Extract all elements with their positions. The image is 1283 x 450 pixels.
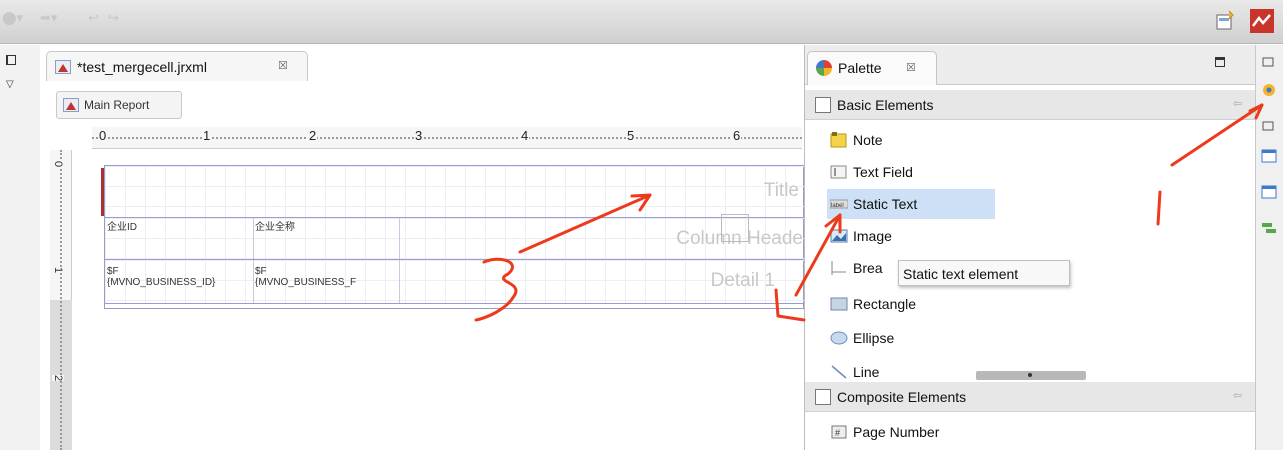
tooltip-text: Static text element (903, 266, 1019, 282)
ruler-tick-4: 4 (520, 128, 530, 143)
view-menu-icon[interactable]: ▽ (6, 79, 14, 90)
break-icon (831, 261, 846, 275)
palette-item-page-number[interactable]: # Page Number (827, 417, 1247, 447)
section-basic-elements[interactable]: Basic Elements ⇦ (805, 90, 1255, 120)
open-perspective-icon[interactable] (1214, 9, 1238, 33)
jasper-perspective-icon[interactable] (1250, 9, 1274, 33)
detail-band-label: Detail 1 (710, 270, 775, 291)
palette-item-image[interactable]: Image (827, 221, 1247, 251)
ruler-tick-5: 5 (626, 128, 636, 143)
detail-band[interactable]: $F {MVNO_BUSINESS_ID} $F {MVNO_BUSINESS_… (105, 260, 805, 304)
column-header-band[interactable]: 企业ID 企业全称 Column Heade (105, 218, 805, 260)
rectangle-icon (830, 297, 848, 311)
svg-text:#: # (835, 428, 840, 438)
palette-item-ellipse[interactable]: Ellipse (827, 323, 1247, 353)
collapse-arrow-icon[interactable]: ⇦ (1233, 97, 1242, 110)
column-header-cell-2[interactable]: 企业全称 (255, 222, 295, 233)
restore-icon[interactable] (6, 55, 16, 65)
report-icon (63, 98, 79, 112)
palette-tab[interactable]: Palette ☒ (807, 51, 937, 85)
palette-item-label: Rectangle (853, 296, 917, 312)
redo-icon[interactable]: ↪ (108, 10, 119, 26)
palette-title: Palette (838, 60, 882, 76)
horizontal-ruler: 0 1 2 3 4 5 6 (92, 127, 802, 149)
line-icon (831, 365, 847, 379)
title-band-marker (101, 168, 104, 216)
palette-item-label: Page Number (853, 424, 940, 440)
ruler-tick-3: 3 (414, 128, 424, 143)
collapse-arrow-icon[interactable]: ⇦ (1233, 389, 1242, 402)
note-icon (830, 132, 847, 148)
run-icon[interactable]: ⬤▾ (2, 10, 23, 26)
undo-icon[interactable]: ↩ (88, 10, 99, 26)
outline-view-icon[interactable] (1261, 149, 1277, 163)
report-editor: *test_mergecell.jrxml ☒ Main Report 0 1 … (42, 45, 805, 450)
ruler-tick-6: 6 (732, 128, 742, 143)
folder-icon (815, 97, 831, 113)
ruler-tick-1: 1 (202, 128, 212, 143)
main-report-button[interactable]: Main Report (56, 91, 182, 119)
palette-item-note[interactable]: Note (827, 125, 1247, 155)
ruler-tick-2: 2 (308, 128, 318, 143)
main-toolbar: ⬤▾ ➡▾ ↩ ↪ (0, 0, 1283, 44)
close-palette-icon[interactable]: ☒ (906, 61, 916, 74)
palette-scrollbar[interactable] (976, 371, 1086, 380)
static-text-tooltip: Static text element (898, 260, 1070, 286)
section-basic-elements-label: Basic Elements (837, 97, 934, 113)
palette-item-label: Line (853, 364, 880, 380)
ellipse-icon (830, 331, 848, 345)
maximize-icon[interactable] (1215, 57, 1225, 67)
ruler-v-tick-2: 2 (52, 374, 65, 382)
text-field-icon (830, 165, 847, 179)
forward-icon[interactable]: ➡▾ (40, 10, 57, 26)
palette-item-rectangle[interactable]: Rectangle (827, 289, 1247, 319)
label-icon: label (830, 199, 848, 209)
palette-view: Palette ☒ Basic Elements ⇦ Note Text Fie… (804, 45, 1255, 450)
title-band-label: Title (763, 180, 799, 201)
restore-view-icon[interactable] (1261, 55, 1277, 69)
main-report-label: Main Report (84, 98, 150, 112)
editor-tab-test-mergecell[interactable]: *test_mergecell.jrxml ☒ (46, 51, 308, 81)
properties-view-icon[interactable] (1261, 185, 1277, 199)
svg-text:label: label (831, 203, 844, 209)
ruler-v-tick-0: 0 (52, 160, 65, 168)
jrxml-file-icon (55, 60, 71, 74)
palette-item-label: Text Field (853, 164, 913, 180)
palette-shortcut-icon[interactable] (1261, 83, 1277, 97)
right-view-strip (1255, 45, 1283, 450)
palette-header: Palette ☒ (805, 45, 1255, 85)
palette-item-label: Brea (853, 260, 883, 276)
ruler-tick-0: 0 (98, 128, 108, 143)
palette-item-text-field[interactable]: Text Field (827, 157, 1247, 187)
problems-view-icon[interactable] (1261, 221, 1277, 235)
palette-icon (816, 60, 832, 76)
close-tab-icon[interactable]: ☒ (278, 59, 288, 72)
vertical-ruler: 0 1 2 (50, 150, 72, 450)
section-composite-elements-label: Composite Elements (837, 389, 967, 405)
ruler-v-tick-1: 1 (52, 266, 65, 274)
detail-cell-1-line-1[interactable]: $F (107, 266, 119, 277)
detail-cell-1-line-2[interactable]: {MVNO_BUSINESS_ID} (107, 277, 215, 288)
palette-item-label: Image (853, 228, 892, 244)
section-composite-elements[interactable]: Composite Elements ⇦ (805, 382, 1255, 412)
column-header-cell-1[interactable]: 企业ID (107, 222, 137, 233)
palette-item-static-text[interactable]: label Static Text (827, 189, 995, 219)
detail-cell-2-line-1[interactable]: $F (255, 266, 267, 277)
detail-cell-2-line-2[interactable]: {MVNO_BUSINESS_F (255, 277, 356, 288)
palette-item-label: Static Text (853, 196, 918, 212)
palette-item-label: Note (853, 132, 883, 148)
editor-tab-label: *test_mergecell.jrxml (77, 59, 207, 75)
report-canvas[interactable]: Title 企业ID 企业全称 Column Heade $F {MVNO_BU… (101, 165, 805, 309)
left-view-strip: ▽ (0, 45, 40, 450)
page-number-icon: # (831, 425, 847, 439)
palette-item-label: Ellipse (853, 330, 895, 346)
image-icon (830, 229, 848, 243)
minimized-view-icon[interactable] (1261, 119, 1277, 133)
folder-icon (815, 389, 831, 405)
title-band[interactable]: Title (105, 166, 805, 218)
selected-element-box[interactable] (721, 214, 749, 242)
